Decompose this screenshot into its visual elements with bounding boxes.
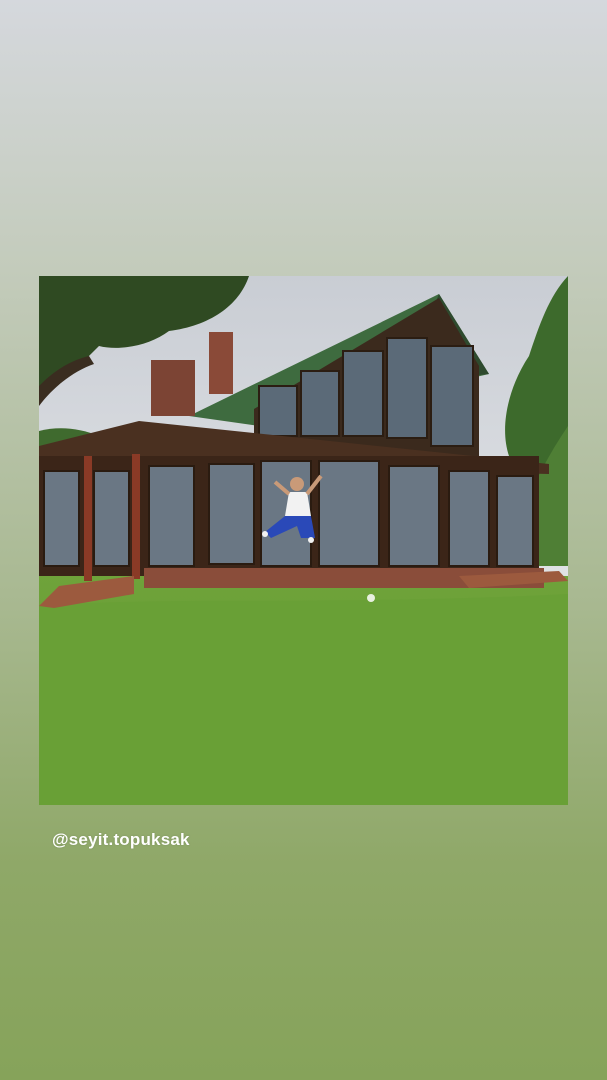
chimney — [209, 332, 233, 394]
ball — [367, 594, 375, 602]
chimney — [151, 360, 195, 416]
photo-scene — [39, 276, 568, 805]
mention-sticker[interactable]: @seyit.topuksak — [52, 830, 190, 850]
story-photo — [39, 276, 568, 805]
